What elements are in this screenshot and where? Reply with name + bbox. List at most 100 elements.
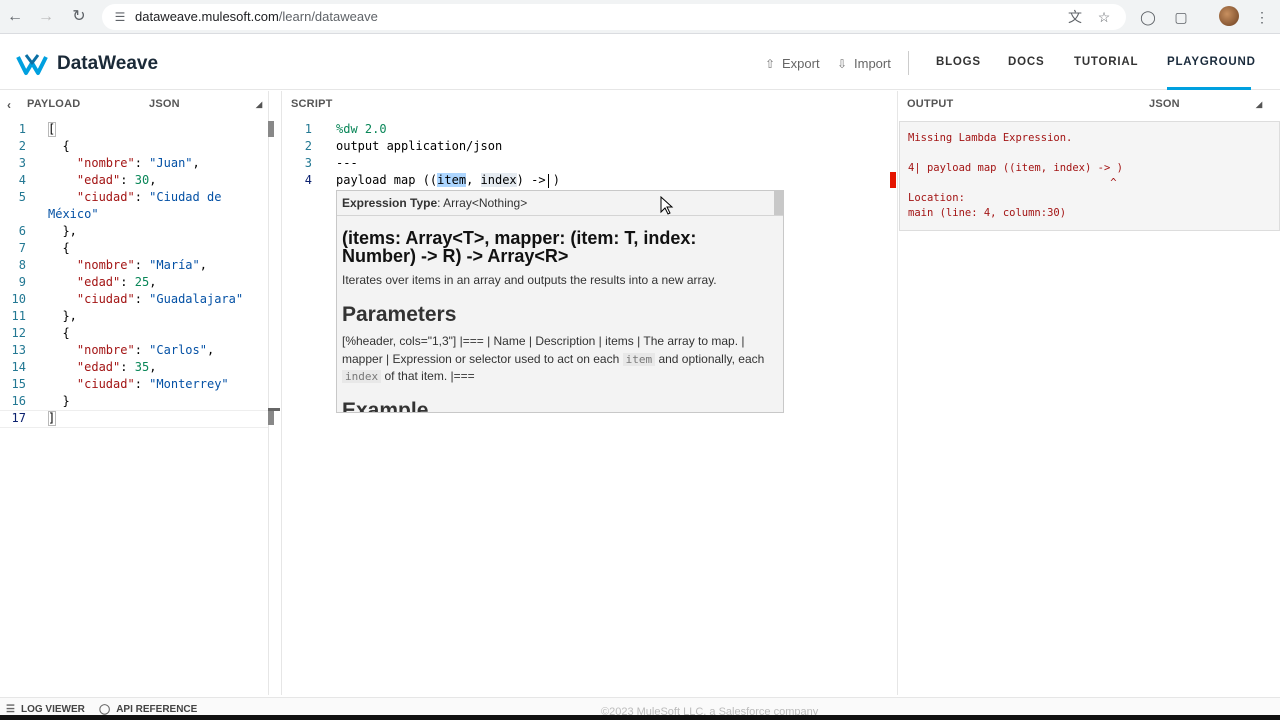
brand-title: DataWeave [57, 53, 159, 74]
line-number: 2 [18, 139, 26, 153]
format-dropdown-icon[interactable]: ◢ [1256, 100, 1262, 109]
line-number: 4 [18, 173, 26, 187]
reload-icon[interactable]: ↻ [69, 7, 89, 27]
import-icon: ⇩ [837, 57, 848, 71]
collapse-chevron-icon[interactable]: ‹ [7, 98, 11, 112]
line-number: 13 [11, 343, 26, 357]
script-line-3[interactable]: --- [336, 156, 358, 170]
payload-line[interactable]: "edad": 30, [48, 173, 157, 187]
panel-divider-3 [897, 91, 898, 695]
payload-line[interactable]: México" [48, 207, 99, 221]
export-button[interactable]: ⇧ Export [765, 56, 820, 71]
url-text[interactable]: dataweave.mulesoft.com/learn/dataweave [135, 9, 378, 24]
forward-icon[interactable]: → [36, 7, 56, 27]
payload-line[interactable]: { [48, 139, 69, 153]
panel-divider [268, 91, 269, 695]
script-line-4[interactable]: payload map ((item, index) -> ) [336, 173, 560, 187]
payload-line[interactable]: "ciudad": "Ciudad de [48, 190, 222, 204]
script-line-2[interactable]: output application/json [336, 139, 502, 153]
payload-line[interactable]: "ciudad": "Guadalajara" [48, 292, 243, 306]
output-panel-header: OUTPUT JSON ◢ [898, 91, 1280, 117]
extensions-icon[interactable]: ▢ [1171, 7, 1191, 27]
log-viewer-button[interactable]: ☰ LOG VIEWER [6, 704, 85, 715]
line-number: 7 [18, 241, 26, 255]
hover-documentation-tooltip[interactable]: Expression Type: Array<Nothing> (items: … [336, 190, 784, 413]
book-icon: ◯ [99, 704, 111, 715]
back-icon[interactable]: ← [5, 7, 25, 27]
payload-line[interactable]: "edad": 35, [48, 360, 157, 374]
output-format-select[interactable]: JSON [1149, 98, 1180, 110]
line-number: 9 [18, 275, 26, 289]
profile-avatar[interactable] [1219, 6, 1239, 26]
script-title: SCRIPT [291, 98, 333, 110]
translate-icon[interactable]: 文 [1065, 7, 1085, 27]
payload-line[interactable]: "nombre": "Juan", [48, 156, 200, 170]
example-heading: Example [342, 399, 429, 413]
function-description: Iterates over items in an array and outp… [342, 273, 717, 287]
active-nav-indicator [1167, 87, 1251, 90]
nav-playground[interactable]: PLAYGROUND [1167, 56, 1256, 68]
tooltip-scrollbar[interactable] [774, 191, 783, 215]
line-number: 1 [18, 122, 26, 136]
parameters-text: [%header, cols="1,3"] |=== | Name | Desc… [342, 334, 765, 383]
line-number: 4 [304, 173, 312, 187]
list-icon: ☰ [6, 704, 15, 715]
output-line: main (line: 4, column:30) [908, 207, 1067, 219]
payload-line[interactable]: "nombre": "María", [48, 258, 207, 272]
line-number: 8 [18, 258, 26, 272]
line-number: 14 [11, 360, 26, 374]
output-error-box: Missing Lambda Expression. 4| payload ma… [899, 121, 1280, 231]
payload-line[interactable]: }, [48, 224, 76, 238]
nav-tutorial[interactable]: TUTORIAL [1074, 56, 1138, 68]
payload-format-select[interactable]: JSON [149, 98, 180, 110]
payload-line[interactable]: { [48, 326, 69, 340]
menu-kebab-icon[interactable]: ⋮ [1252, 7, 1272, 27]
payload-line[interactable]: "ciudad": "Monterrey" [48, 377, 229, 391]
line-number: 6 [18, 224, 26, 238]
payload-line[interactable]: { [48, 241, 69, 255]
import-button[interactable]: ⇩ Import [837, 56, 891, 71]
line-number: 12 [11, 326, 26, 340]
text-cursor [548, 174, 549, 188]
mouse-cursor-icon [660, 196, 674, 215]
line-number: 2 [304, 139, 312, 153]
output-line: ^ [908, 177, 1117, 189]
lightbulb-icon[interactable]: ◯ [1138, 7, 1158, 27]
bookmark-star-icon[interactable]: ☆ [1094, 7, 1114, 27]
panel-divider-2 [281, 91, 282, 695]
payload-panel-header: ‹ PAYLOAD JSON ◢ [0, 91, 268, 117]
format-dropdown-icon[interactable]: ◢ [256, 100, 262, 109]
payload-line[interactable]: }, [48, 309, 76, 323]
expression-type: Expression Type: Array<Nothing> [342, 196, 528, 210]
payload-line[interactable]: } [48, 394, 69, 408]
tooltip-divider [337, 215, 783, 216]
line-number: 16 [11, 394, 26, 408]
line-number: 15 [11, 377, 26, 391]
address-bar[interactable]: ☰ dataweave.mulesoft.com/learn/dataweave… [102, 4, 1126, 30]
nav-blogs[interactable]: BLOGS [936, 56, 981, 68]
script-line-1[interactable]: %dw 2.0 [336, 122, 387, 136]
browser-toolbar: ← → ↻ ☰ dataweave.mulesoft.com/learn/dat… [0, 0, 1280, 34]
header-divider [908, 51, 909, 75]
output-title: OUTPUT [907, 98, 954, 110]
line-number: 10 [11, 292, 26, 306]
line-number: 3 [18, 156, 26, 170]
script-panel-header: SCRIPT [282, 91, 897, 117]
current-line-highlight [0, 410, 268, 428]
api-reference-button[interactable]: ◯ API REFERENCE [99, 704, 197, 715]
output-line: Missing Lambda Expression. [908, 132, 1073, 144]
screen-edge [0, 715, 1280, 720]
dataweave-logo-icon [16, 54, 48, 75]
nav-docs[interactable]: DOCS [1008, 56, 1044, 68]
site-info-icon[interactable]: ☰ [112, 9, 128, 25]
payload-title: PAYLOAD [27, 98, 81, 110]
payload-line[interactable]: "nombre": "Carlos", [48, 343, 214, 357]
output-line: 4| payload map ((item, index) -> ) [908, 162, 1123, 174]
output-line: Location: [908, 192, 965, 204]
line-number: 11 [11, 309, 26, 323]
payload-line[interactable]: "edad": 25, [48, 275, 157, 289]
payload-scrollbar-thumb[interactable] [268, 121, 274, 137]
line-number: 1 [304, 122, 312, 136]
payload-scroll-marker-2 [268, 411, 274, 425]
app-header: DataWeave ⇧ Export ⇩ Import BLOGS DOCS TUT… [0, 35, 1280, 90]
